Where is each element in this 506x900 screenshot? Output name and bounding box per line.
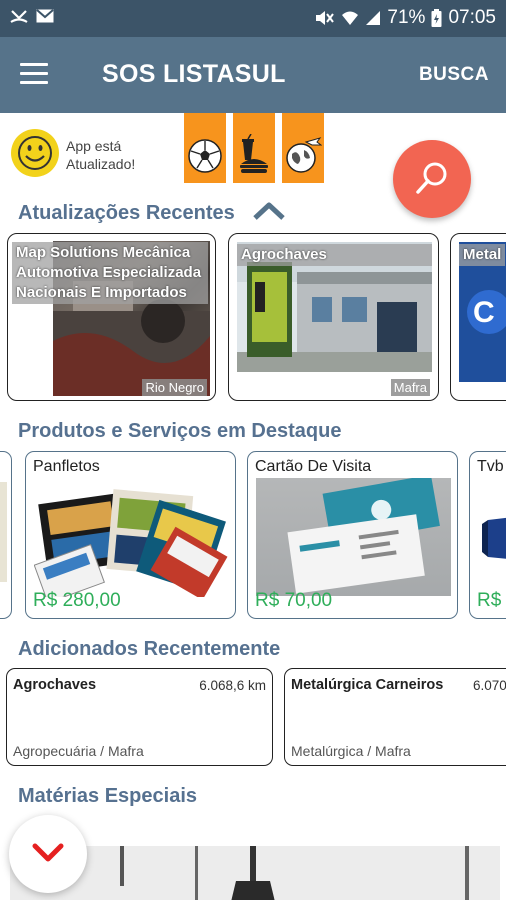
product-price: R$ 70,00 (255, 590, 333, 611)
call-missed-icon (10, 8, 28, 24)
product-photo (256, 474, 451, 596)
status-bar: 71% 07:05 (0, 0, 506, 37)
section-title-recently-added: Adicionados Recentemente (18, 638, 281, 660)
category-sports[interactable] (184, 113, 226, 183)
product-name: Cartão De Visita (255, 458, 372, 475)
card-photo (0, 482, 7, 582)
scroll-down-button[interactable] (9, 815, 87, 893)
product-card[interactable]: Cartão De Visita R$ 70,00 (247, 451, 458, 619)
app-screen: 71% 07:05 SOS LISTASUL BUSCA App está At… (0, 0, 506, 900)
svg-text:C: C (473, 296, 495, 329)
busca-button[interactable]: BUSCA (419, 64, 489, 86)
card-label: Map Solutions Mecânica Automotiva Especi… (12, 242, 208, 304)
business-name: Metalúrgica Carneiros (291, 677, 444, 693)
section-title-featured: Produtos e Serviços em Destaque (18, 420, 342, 442)
recent-update-card[interactable]: Map Solutions Mecânica Automotiva Especi… (7, 233, 216, 401)
chevron-down-icon (32, 843, 64, 862)
business-category: Metalúrgica / Mafra (291, 743, 411, 759)
section-title-recent-updates: Atualizações Recentes (18, 202, 235, 224)
distance-label: 6.070 (473, 678, 506, 693)
recent-update-card[interactable]: C Metal (450, 233, 506, 401)
fast-food-icon (235, 133, 273, 179)
product-photo (480, 512, 506, 567)
category-food[interactable] (233, 113, 275, 183)
product-card[interactable] (0, 451, 12, 619)
product-card[interactable]: Tvb R$ (469, 451, 506, 619)
product-name: Tvb (477, 458, 504, 475)
added-item-card[interactable]: Agrochaves 6.068,6 km Agropecuária / Maf… (6, 668, 273, 766)
distance-label: 6.068,6 km (199, 678, 266, 693)
app-bar: SOS LISTASUL BUSCA (0, 37, 506, 113)
search-icon (416, 162, 447, 194)
battery-percent: 71% (387, 7, 426, 28)
product-card[interactable]: Panfletos R$ 280,00 (25, 451, 236, 619)
added-item-card[interactable]: Metalúrgica Carneiros 6.070 Metalúrgica … (284, 668, 506, 766)
product-price: R$ 280,00 (33, 590, 121, 611)
hamburger-icon[interactable] (20, 63, 48, 85)
battery-icon (431, 9, 442, 27)
business-category: Agropecuária / Mafra (13, 743, 144, 759)
update-status: App está Atualizado! (66, 138, 136, 172)
mute-icon (313, 9, 335, 27)
search-fab[interactable] (393, 140, 471, 218)
travel-globe-icon (284, 136, 323, 179)
product-photo (33, 482, 229, 604)
mail-icon (36, 9, 54, 23)
wifi-icon (341, 10, 359, 26)
recent-update-card[interactable]: Agrochaves Mafra (228, 233, 439, 401)
location-badge: Rio Negro (142, 379, 207, 396)
soccer-ball-icon (187, 138, 223, 179)
app-title: SOS LISTASUL (102, 60, 286, 88)
card-label: Metal (459, 244, 506, 266)
product-price: R$ (477, 590, 502, 611)
clock: 07:05 (448, 7, 496, 28)
section-title-special: Matérias Especiais (18, 785, 197, 807)
category-travel[interactable] (282, 113, 324, 183)
smiley-icon (10, 128, 60, 178)
location-badge: Mafra (390, 379, 430, 396)
chevron-up-icon[interactable] (252, 201, 286, 226)
card-label: Agrochaves (237, 244, 432, 266)
product-name: Panfletos (33, 458, 100, 475)
business-name: Agrochaves (13, 677, 97, 693)
signal-icon (365, 10, 381, 26)
